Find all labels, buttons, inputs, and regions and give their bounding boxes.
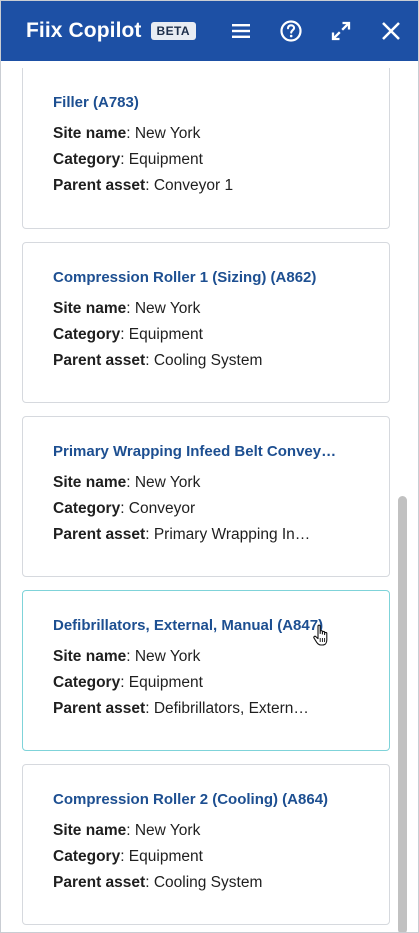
category-value: : Equipment: [120, 326, 203, 343]
parent-asset-label: Parent asset: [53, 874, 146, 891]
asset-card[interactable]: Defibrillators, External, Manual (A847) …: [22, 590, 390, 751]
parent-asset-row: Parent asset: Cooling System: [53, 874, 343, 892]
category-label: Category: [53, 848, 121, 865]
menu-button[interactable]: [224, 14, 258, 48]
site-name-value: : New York: [126, 474, 201, 491]
parent-asset-value: : Cooling System: [145, 352, 263, 369]
parent-asset-row: Parent asset: Conveyor 1: [53, 177, 343, 195]
help-icon: [280, 20, 302, 42]
menu-icon: [232, 24, 250, 38]
parent-asset-row: Parent asset: Primary Wrapping In…: [53, 526, 343, 544]
site-name-row: Site name: New York: [53, 822, 343, 840]
close-button[interactable]: [374, 14, 408, 48]
expand-button[interactable]: [324, 14, 358, 48]
beta-badge: BETA: [150, 22, 196, 40]
app-title: Fiix Copilot: [26, 19, 142, 42]
category-value: : Equipment: [120, 151, 203, 168]
expand-icon: [331, 21, 351, 41]
category-label: Category: [53, 674, 121, 691]
site-name-value: : New York: [126, 125, 201, 142]
hand-cursor-icon: [313, 624, 328, 646]
category-value: : Equipment: [120, 848, 203, 865]
category-label: Category: [53, 326, 121, 343]
site-name-label: Site name: [53, 125, 127, 142]
parent-asset-value: : Cooling System: [145, 874, 263, 891]
category-label: Category: [53, 500, 121, 517]
help-button[interactable]: [274, 14, 308, 48]
site-name-value: : New York: [126, 648, 201, 665]
site-name-label: Site name: [53, 474, 127, 491]
parent-asset-row: Parent asset: Cooling System: [53, 352, 343, 370]
asset-card[interactable]: Filler (A783) Site name: New York Catego…: [22, 68, 390, 229]
parent-asset-row: Parent asset: Defibrillators, Extern…: [53, 700, 343, 718]
site-name-row: Site name: New York: [53, 648, 343, 666]
category-row: Category: Equipment: [53, 151, 343, 169]
category-row: Category: Conveyor: [53, 500, 343, 518]
close-icon: [382, 22, 400, 40]
category-row: Category: Equipment: [53, 674, 343, 692]
asset-card[interactable]: Primary Wrapping Infeed Belt Convey… Sit…: [22, 416, 390, 577]
parent-asset-value: : Conveyor 1: [145, 177, 234, 194]
site-name-row: Site name: New York: [53, 474, 343, 492]
asset-title-link[interactable]: Compression Roller 1 (Sizing) (A862): [53, 243, 353, 286]
asset-title-link[interactable]: Primary Wrapping Infeed Belt Convey…: [53, 417, 353, 460]
copilot-panel: Fiix Copilot BETA Filler (A783) Site nam…: [0, 0, 419, 933]
site-name-label: Site name: [53, 300, 127, 317]
asset-card[interactable]: Compression Roller 2 (Cooling) (A864) Si…: [22, 764, 390, 925]
site-name-value: : New York: [126, 300, 201, 317]
parent-asset-value: : Defibrillators, Extern…: [145, 700, 309, 717]
parent-asset-label: Parent asset: [53, 700, 146, 717]
category-value: : Conveyor: [120, 500, 196, 517]
category-value: : Equipment: [120, 674, 203, 691]
category-row: Category: Equipment: [53, 326, 343, 344]
parent-asset-label: Parent asset: [53, 526, 146, 543]
site-name-row: Site name: New York: [53, 125, 343, 143]
asset-card[interactable]: Compression Roller 1 (Sizing) (A862) Sit…: [22, 242, 390, 403]
site-name-label: Site name: [53, 648, 127, 665]
category-row: Category: Equipment: [53, 848, 343, 866]
asset-title-link[interactable]: Defibrillators, External, Manual (A847): [53, 591, 353, 634]
asset-card-list: Filler (A783) Site name: New York Catego…: [22, 68, 390, 932]
asset-title-link[interactable]: Compression Roller 2 (Cooling) (A864): [53, 765, 353, 808]
asset-title-link[interactable]: Filler (A783): [53, 68, 353, 111]
site-name-value: : New York: [126, 822, 201, 839]
scrollbar-thumb[interactable]: [398, 496, 407, 932]
site-name-row: Site name: New York: [53, 300, 343, 318]
parent-asset-label: Parent asset: [53, 177, 146, 194]
parent-asset-value: : Primary Wrapping In…: [145, 526, 311, 543]
results-list-area[interactable]: Filler (A783) Site name: New York Catego…: [1, 61, 418, 932]
site-name-label: Site name: [53, 822, 127, 839]
category-label: Category: [53, 151, 121, 168]
parent-asset-label: Parent asset: [53, 352, 146, 369]
panel-header: Fiix Copilot BETA: [1, 1, 418, 61]
